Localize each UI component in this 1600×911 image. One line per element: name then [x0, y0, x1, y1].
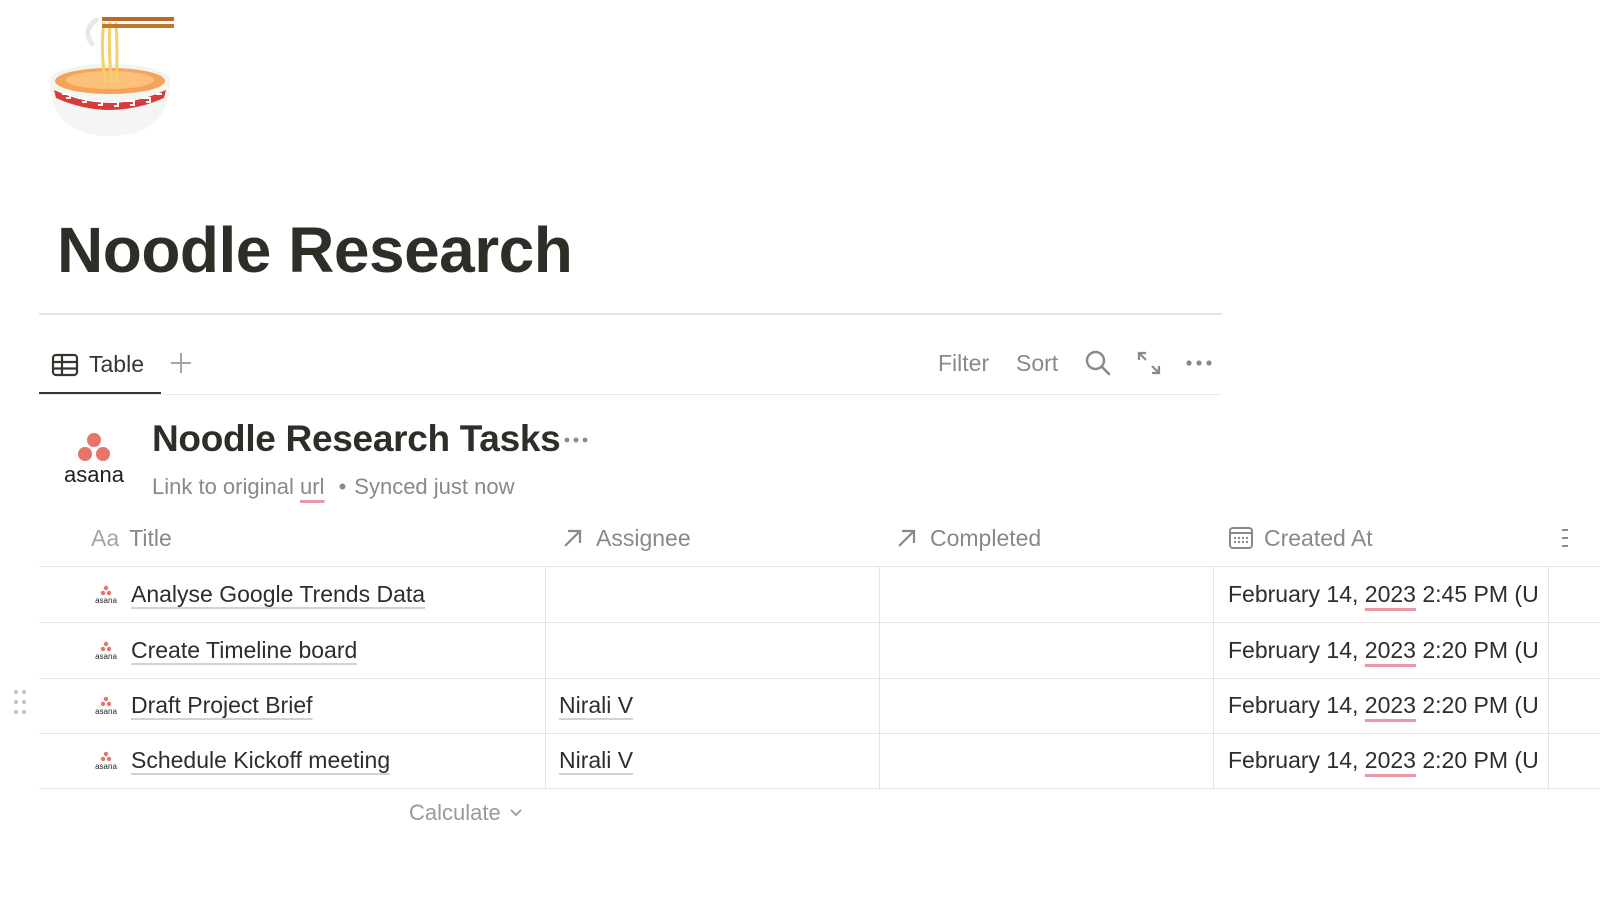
column-header-assignee[interactable]: Assignee [560, 510, 691, 566]
task-title[interactable]: Schedule Kickoff meeting [131, 747, 390, 774]
column-header-title[interactable]: Aa Title [91, 510, 172, 566]
expand-icon [1137, 351, 1161, 375]
svg-text:asana: asana [64, 462, 125, 487]
title-cell[interactable]: asana Analyse Google Trends Data [91, 567, 425, 622]
text-property-icon: Aa [91, 524, 120, 551]
title-divider [39, 313, 1222, 315]
filter-button[interactable]: Filter [938, 340, 989, 386]
sort-label: Sort [1016, 349, 1059, 376]
created-time: 2:45 PM (U [1415, 581, 1539, 607]
original-url-link[interactable]: url [300, 474, 324, 499]
asana-logo-icon: asana [64, 433, 125, 487]
notion-page: Noodle Research Table Filter Sort asana … [0, 0, 1600, 911]
assignee-value: Nirali V [559, 692, 634, 718]
views-divider [39, 394, 1222, 395]
column-label: Completed [930, 524, 1042, 551]
created-year: 2023 [1364, 747, 1416, 773]
created-at-cell[interactable]: February 14, 2023 2:20 PM (U [1228, 623, 1548, 678]
search-button[interactable] [1084, 340, 1112, 386]
asana-item-icon: asana [95, 696, 117, 716]
more-icon [1186, 360, 1212, 366]
title-cell[interactable]: asana Draft Project Brief [91, 678, 313, 733]
svg-text:asana: asana [95, 652, 117, 661]
table-header: Aa Title Assignee Completed Created At [39, 510, 1600, 567]
column-header-completed[interactable]: Completed [894, 510, 1041, 566]
ramen-bowl-icon[interactable] [44, 14, 184, 144]
sort-button[interactable]: Sort [1016, 340, 1058, 386]
database-sync-info: Link to original url • Synced just now [152, 474, 514, 500]
created-time: 2:20 PM (U [1415, 637, 1539, 663]
svg-text:asana: asana [95, 596, 117, 605]
table-row[interactable]: asana Create Timeline board February 14,… [39, 623, 1600, 679]
created-year: 2023 [1364, 692, 1416, 718]
created-time: 2:20 PM (U [1415, 692, 1539, 718]
link-prefix: Link to original [152, 474, 294, 499]
created-date-prefix: February 14, [1228, 581, 1365, 607]
asana-item-icon: asana [95, 585, 117, 605]
task-title[interactable]: Analyse Google Trends Data [131, 581, 425, 608]
chevron-down-icon [510, 809, 522, 817]
created-date-prefix: February 14, [1228, 637, 1365, 663]
calculate-button[interactable]: Calculate [409, 800, 523, 826]
task-title[interactable]: Create Timeline board [131, 637, 357, 664]
table-row[interactable]: asana Draft Project Brief Nirali V Febru… [39, 678, 1600, 734]
table-icon [51, 353, 79, 376]
assignee-value: Nirali V [559, 747, 634, 773]
created-year: 2023 [1364, 581, 1416, 607]
svg-text:asana: asana [95, 707, 117, 716]
created-date-prefix: February 14, [1228, 747, 1365, 773]
svg-text:asana: asana [95, 762, 117, 771]
created-at-cell[interactable]: February 14, 2023 2:45 PM (U [1228, 567, 1548, 622]
created-at-cell[interactable]: February 14, 2023 2:20 PM (U [1228, 678, 1548, 733]
created-date-prefix: February 14, [1228, 692, 1365, 718]
created-year: 2023 [1364, 637, 1416, 663]
created-at-cell[interactable]: February 14, 2023 2:20 PM (U [1228, 733, 1548, 788]
asana-item-icon: asana [95, 641, 117, 661]
asana-item-icon: asana [95, 751, 117, 771]
expand-button[interactable] [1135, 340, 1163, 386]
assignee-cell[interactable]: Nirali V [559, 733, 633, 788]
column-header-created-at[interactable]: Created At [1228, 510, 1373, 566]
column-label: Assignee [596, 524, 691, 551]
title-cell[interactable]: asana Create Timeline board [91, 623, 357, 678]
column-label: Title [129, 524, 172, 551]
sync-status: Synced just now [354, 474, 515, 499]
tab-table-label: Table [89, 351, 144, 377]
calendar-icon [1229, 527, 1253, 549]
more-button[interactable] [1185, 340, 1213, 386]
filter-label: Filter [938, 349, 990, 376]
more-columns-icon[interactable] [1561, 526, 1569, 550]
database-more-icon[interactable] [562, 428, 592, 452]
database-title[interactable]: Noodle Research Tasks [152, 418, 561, 460]
assignee-cell[interactable]: Nirali V [559, 678, 633, 733]
tab-table-view[interactable]: Table [39, 337, 161, 395]
calculate-label: Calculate [409, 800, 501, 825]
separator: • [338, 474, 347, 499]
relation-arrow-icon [564, 529, 582, 547]
column-label: Created At [1264, 524, 1373, 551]
table-row[interactable]: asana Analyse Google Trends Data Februar… [39, 567, 1600, 623]
relation-arrow-icon [898, 529, 916, 547]
created-time: 2:20 PM (U [1415, 747, 1539, 773]
title-cell[interactable]: asana Schedule Kickoff meeting [91, 733, 390, 788]
plus-icon[interactable] [168, 346, 194, 380]
search-icon [1085, 350, 1111, 376]
page-title[interactable]: Noodle Research [57, 208, 573, 292]
table-row[interactable]: asana Schedule Kickoff meeting Nirali V … [39, 733, 1600, 789]
task-title[interactable]: Draft Project Brief [131, 692, 313, 719]
drag-handle-icon[interactable] [12, 688, 28, 716]
